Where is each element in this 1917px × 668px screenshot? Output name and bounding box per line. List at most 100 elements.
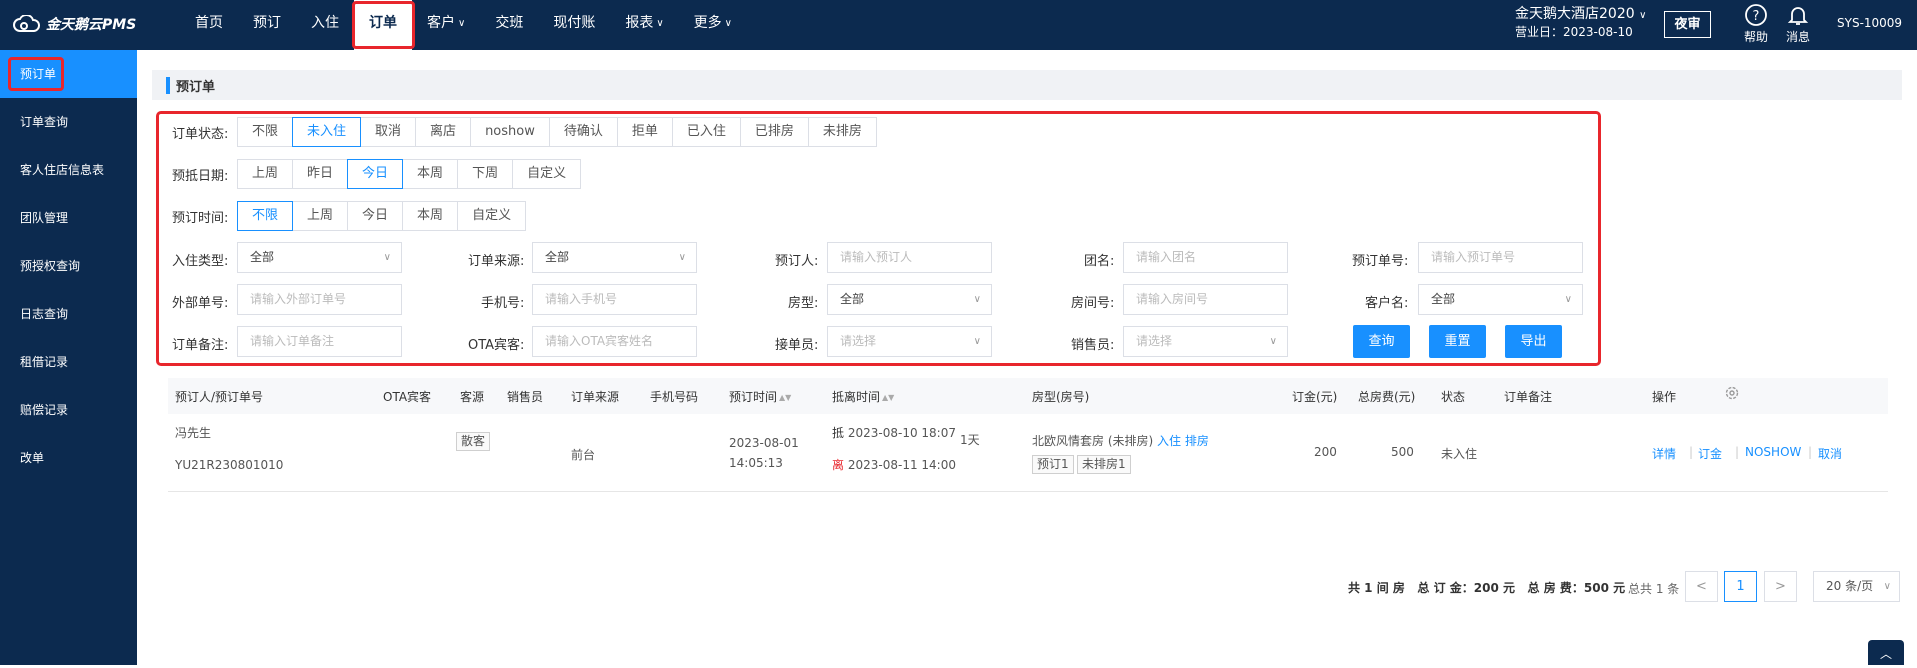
- sidebar-item-2[interactable]: 客人住店信息表: [0, 146, 137, 194]
- ota-guest-input[interactable]: 请输入OTA宾客姓名: [532, 326, 697, 357]
- order-status-option[interactable]: 拒单: [616, 117, 673, 147]
- booking-time-option[interactable]: 不限: [237, 201, 294, 231]
- business-day: 营业日：2023-08-10: [1515, 25, 1633, 39]
- order-source-select[interactable]: 全部 ∨: [532, 242, 697, 273]
- nav-item-label: 预订: [253, 15, 281, 31]
- group-name-input[interactable]: 请输入团名: [1123, 242, 1288, 273]
- col-arrive-leave[interactable]: 抵离时间 ▲▼: [832, 388, 894, 405]
- external-no-input[interactable]: 请输入外部订单号: [237, 284, 402, 315]
- sidebar-item-1[interactable]: 订单查询: [0, 98, 137, 146]
- sidebar-item-6[interactable]: 租借记录: [0, 338, 137, 386]
- chevron-right-icon: >: [1775, 579, 1786, 594]
- top-bar: 金天鹅云PMS 首页 预订 入住 订单 客户 ∨ 交班 现付账 报表 ∨ 更多 ∨ 金天鹅大酒店202…: [0, 0, 1917, 50]
- order-status-option[interactable]: 取消: [360, 117, 417, 147]
- booking-number[interactable]: YU21R230801010: [175, 458, 283, 472]
- export-button[interactable]: 导出: [1505, 325, 1562, 358]
- booking-time-option[interactable]: 自定义: [457, 201, 527, 231]
- hotel-selector[interactable]: 金天鹅大酒店2020 ∨ 营业日：2023-08-10: [1515, 6, 1646, 41]
- arrival-date-option[interactable]: 本周: [402, 159, 459, 189]
- next-page-button[interactable]: >: [1764, 571, 1797, 602]
- chevron-up-icon: ︿: [1879, 647, 1892, 661]
- receiver-select[interactable]: 请选择 ∨: [827, 326, 992, 357]
- active-sidebar-highlight: [8, 57, 64, 91]
- order-status-option[interactable]: 未排房: [807, 117, 877, 147]
- sidebar-item-8[interactable]: 改单: [0, 434, 137, 482]
- noshow-link[interactable]: NOSHOW: [1745, 445, 1801, 459]
- room-type-select[interactable]: 全部 ∨: [827, 284, 992, 315]
- search-button[interactable]: 查询: [1353, 325, 1410, 358]
- arrival-date-option[interactable]: 今日: [347, 159, 404, 189]
- nav-item-3[interactable]: 订单: [352, 0, 415, 50]
- assign-room-link[interactable]: 排房: [1185, 434, 1209, 448]
- cancel-link[interactable]: 取消: [1818, 445, 1842, 462]
- col-booking-time[interactable]: 预订时间 ▲▼: [729, 388, 791, 405]
- prev-page-button[interactable]: <: [1685, 571, 1718, 602]
- room-no-input[interactable]: 请输入房间号: [1123, 284, 1288, 315]
- nav-item-5[interactable]: 交班: [480, 0, 538, 50]
- cloud-logo-icon: [13, 15, 40, 32]
- order-status-option[interactable]: 已入住: [671, 117, 741, 147]
- arrival-date-option[interactable]: 下周: [457, 159, 514, 189]
- booking-no-label: 预订单号:: [1352, 254, 1409, 269]
- sidebar-item-0[interactable]: 预订单: [0, 50, 137, 98]
- order-status-option[interactable]: 已排房: [739, 117, 809, 147]
- message-button[interactable]: 消息: [1786, 3, 1810, 45]
- phone-label: 手机号:: [481, 296, 525, 311]
- sidebar-item-3[interactable]: 团队管理: [0, 194, 137, 242]
- page-size-select[interactable]: 20 条/页 ∨: [1813, 571, 1900, 602]
- nav-item-label: 更多: [693, 15, 722, 31]
- order-remark-input[interactable]: 请输入订单备注: [237, 326, 402, 357]
- night-audit-button[interactable]: 夜审: [1664, 11, 1711, 38]
- booking-no-input[interactable]: 请输入预订单号: [1418, 242, 1583, 273]
- sidebar-item-label: 预授权查询: [20, 259, 81, 273]
- main-nav: 首页 预订 入住 订单 客户 ∨ 交班 现付账 报表 ∨ 更多 ∨: [180, 0, 747, 50]
- sidebar-item-7[interactable]: 赔偿记录: [0, 386, 137, 434]
- nav-item-2[interactable]: 入住: [296, 0, 354, 50]
- arrival-date-option[interactable]: 上周: [237, 159, 294, 189]
- detail-link[interactable]: 详情: [1652, 445, 1676, 462]
- order-status-option[interactable]: 待确认: [548, 117, 618, 147]
- checkin-link[interactable]: 入住: [1157, 434, 1181, 448]
- table-row[interactable]: 冯先生 YU21R230801010 散客 前台 2023-08-01 14:0…: [168, 414, 1888, 492]
- page-button-1[interactable]: 1: [1724, 571, 1757, 602]
- phone-input[interactable]: 请输入手机号: [532, 284, 697, 315]
- arrival-date-option[interactable]: 自定义: [512, 159, 582, 189]
- salesperson-select[interactable]: 请选择 ∨: [1123, 326, 1288, 357]
- guest-source-tag: 散客: [456, 432, 491, 451]
- checkin-type-select[interactable]: 全部 ∨: [237, 242, 402, 273]
- sidebar-item-label: 订单查询: [20, 115, 69, 129]
- customer-name-select[interactable]: 全部 ∨: [1418, 284, 1583, 315]
- order-status-option[interactable]: noshow: [470, 117, 550, 147]
- nav-item-7[interactable]: 报表 ∨: [610, 0, 678, 50]
- nav-item-0[interactable]: 首页: [180, 0, 238, 50]
- booking-time-option[interactable]: 本周: [402, 201, 459, 231]
- order-status-option[interactable]: 不限: [237, 117, 294, 147]
- order-status-option[interactable]: 未入住: [292, 117, 362, 147]
- nav-item-4[interactable]: 客户 ∨: [412, 0, 480, 50]
- order-source-value: 前台: [571, 448, 596, 462]
- nav-item-label: 客户: [427, 15, 455, 31]
- arrive-time: 抵 2023-08-10 18:07: [832, 424, 956, 441]
- room-no-label: 房间号:: [1071, 296, 1115, 311]
- sidebar-item-4[interactable]: 预授权查询: [0, 242, 137, 290]
- col-room-type: 房型(房号): [1032, 390, 1090, 404]
- col-status: 状态: [1441, 390, 1466, 404]
- booking-time-option[interactable]: 上周: [292, 201, 349, 231]
- col-remark: 订单备注: [1504, 390, 1553, 404]
- deposit-link[interactable]: 订金: [1698, 445, 1722, 462]
- action-divider: |: [1689, 445, 1694, 459]
- app-logo[interactable]: 金天鹅云PMS: [12, 14, 136, 34]
- back-to-top-button[interactable]: ︿: [1868, 640, 1904, 665]
- help-button[interactable]: ? 帮助: [1744, 3, 1768, 45]
- reset-button[interactable]: 重置: [1429, 325, 1486, 358]
- user-menu[interactable]: SYS-10009: [1837, 16, 1902, 30]
- booker-input[interactable]: 请输入预订人: [827, 242, 992, 273]
- nav-item-6[interactable]: 现付账: [538, 0, 610, 50]
- booking-time-option[interactable]: 今日: [347, 201, 404, 231]
- sidebar-item-5[interactable]: 日志查询: [0, 290, 137, 338]
- gear-icon[interactable]: [1724, 385, 1740, 404]
- nav-item-1[interactable]: 预订: [238, 0, 296, 50]
- arrival-date-option[interactable]: 昨日: [292, 159, 349, 189]
- nav-item-8[interactable]: 更多 ∨: [679, 0, 747, 50]
- order-status-option[interactable]: 离店: [415, 117, 472, 147]
